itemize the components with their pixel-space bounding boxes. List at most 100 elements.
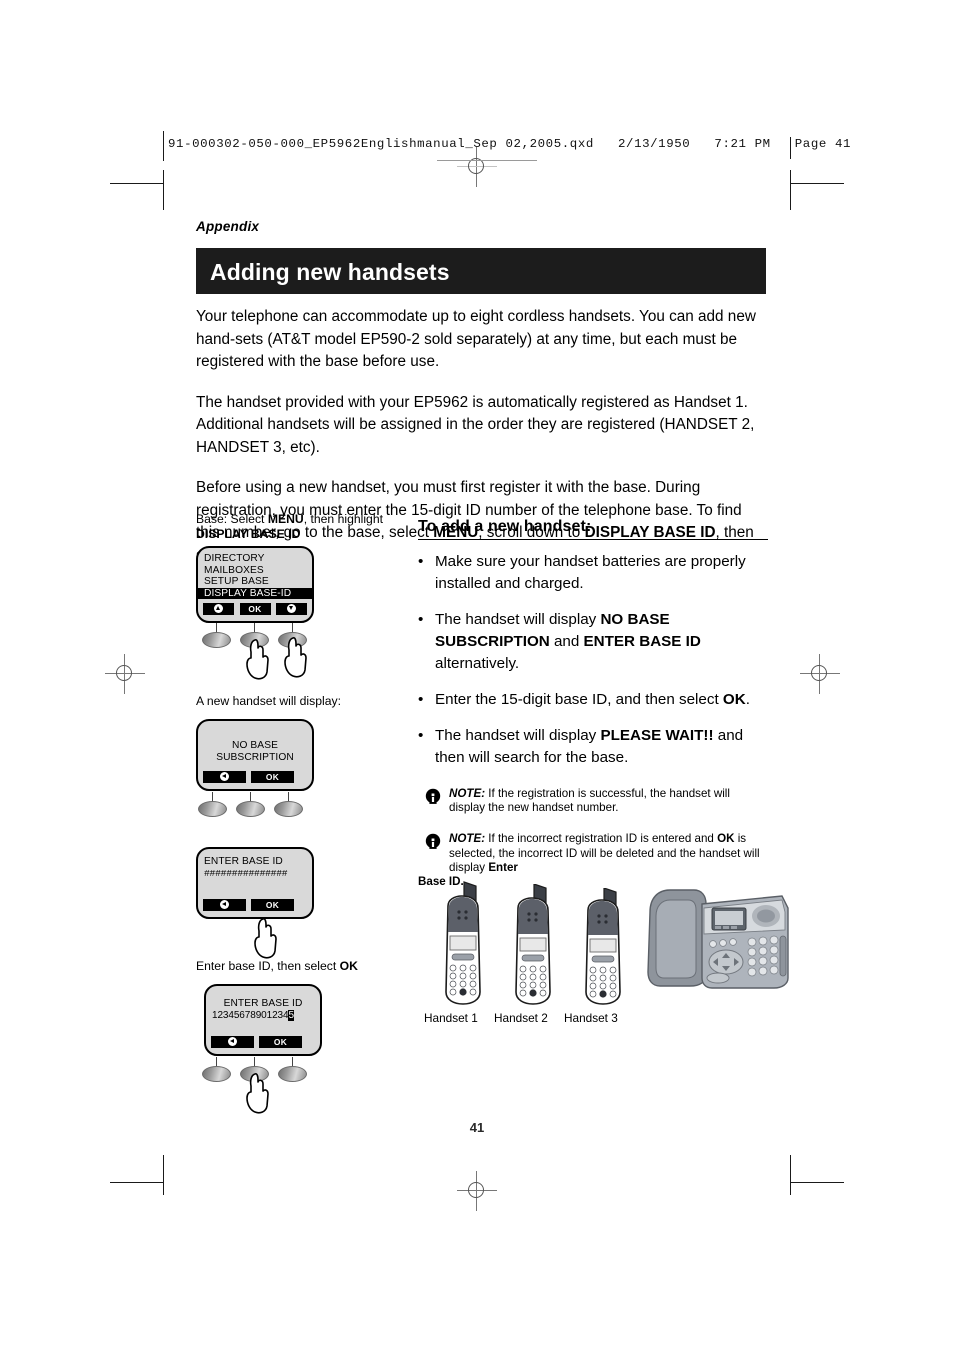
lcd-no-base-content: NO BASE SUBSCRIPTION [198,721,312,763]
caption-3-pre: Enter base ID, then select [196,959,340,974]
note-label: NOTE: [449,787,486,800]
menu-item-mailboxes[interactable]: MAILBOXES [198,565,312,577]
list-item-text: Make sure your handset batteries are pro… [435,551,768,595]
note-label: NOTE: [449,832,486,846]
diagram-caption-3: Enter base ID, then select OK [196,959,396,974]
note-1-bold-ok: OK [717,832,735,846]
softkey-down-arrow[interactable] [276,603,307,616]
note-0-text: If the registration is successful, the h… [449,787,730,815]
handset-1-label: Handset 1 [424,1011,478,1025]
arrow-left-icon [220,772,229,782]
hard-button-right[interactable] [274,801,303,818]
enter-base-id-label: ENTER BASE ID [204,856,283,868]
lcd-enter-id-empty-content: ENTER BASE ID ############### [198,849,312,879]
bullet-2-mid: . [745,691,750,708]
note-1-pre: If the incorrect registration ID is ente… [485,832,718,846]
bullet-marker: • [418,553,424,570]
bullet-3-pre: The handset will display [435,727,601,744]
arrow-left-icon [228,1037,237,1047]
bullet-1-mid: and [549,633,584,650]
list-item-text: The handset will display NO BASE SUBSCRI… [435,609,768,675]
document-page: Appendix Adding new handsets Your teleph… [0,0,954,1351]
instructions-column: To add a new handset: • Make sure your h… [418,518,768,889]
instructions-heading: To add a new handset: [418,518,592,535]
list-item-text: Enter the 15-digit base ID, and then sel… [435,689,768,711]
hard-button-row-menu [202,632,396,680]
paragraph-2: The handset provided with your EP5962 is… [196,393,755,456]
paragraph-1: Your telephone can accommodate up to eig… [196,308,756,370]
handset-1-image [432,880,494,1013]
base-id-digits: 12345678901234 [212,1009,289,1021]
hard-button-left[interactable] [202,1066,231,1083]
list-item-text: The handset will display PLEASE WAIT!! a… [435,725,768,769]
pointing-hand-icon-center [245,638,271,680]
bullet-2-pre: Enter the 15-digit base ID, and then sel… [435,691,723,708]
hard-button-left[interactable] [202,632,231,649]
hard-button-row-enter-id-filled [202,1066,396,1114]
bullet-1-post: alternatively. [435,655,520,672]
list-item: • The handset will display PLEASE WAIT!!… [418,725,768,769]
button-stems-no-base [200,792,396,802]
info-icon [424,788,442,806]
menu-item-directory[interactable]: DIRECTORY [198,553,312,565]
lcd-menu-softkeys: OK [198,599,312,621]
handset-3-label: Handset 3 [564,1011,618,1025]
softkey-ok[interactable]: OK [259,1036,302,1049]
menu-item-setup-base[interactable]: SETUP BASE [198,576,312,588]
pointing-hand-icon-right [283,636,309,678]
lcd-enter-id-filled-content: ENTER BASE ID 123456789012345 [206,986,320,1021]
bullet-1-bold-enter-base-id: ENTER BASE ID [583,633,701,650]
caption-1-menu: MENU [267,512,304,526]
softkey-back-arrow[interactable] [203,771,246,784]
softkey-back-arrow[interactable] [211,1036,254,1049]
bullet-marker: • [418,727,424,744]
handset-2-image [502,883,564,1013]
pointing-hand-icon-ok [253,917,279,959]
bullet-0-pre: Make sure your handset batteries are pro… [435,553,746,592]
caption-1-pre: Base: Select [196,512,268,526]
list-item: • Enter the 15-digit base ID, and then s… [418,689,768,711]
arrow-up-icon [214,604,223,614]
menu-item-display-base-id-selected[interactable]: DISPLAY BASE-ID [198,587,312,600]
caption-1-mid: , then highlight [303,512,383,526]
hard-button-left[interactable] [198,801,227,818]
button-stems-menu [204,623,396,633]
no-base-line-1: NO BASE [232,740,278,752]
note-block: NOTE: If the registration is successful,… [418,787,768,815]
page-title: Adding new handsets [210,259,450,285]
enter-base-id-value[interactable]: 123456789012345 [206,1009,320,1022]
softkey-ok[interactable]: OK [251,899,294,912]
handset-2-label: Handset 2 [494,1011,548,1025]
lcd-enter-id-empty-softkeys: OK [198,895,312,917]
base-station-image [642,882,792,1005]
bullet-marker: • [418,691,424,708]
list-item: • The handset will display NO BASE SUBSC… [418,609,768,675]
enter-base-id-label: ENTER BASE ID [223,998,303,1010]
base-id-cursor-digit: 5 [288,1009,294,1021]
softkey-back-arrow[interactable] [203,899,246,912]
lcd-enter-id-filled-softkeys: OK [206,1032,320,1054]
bullet-2-bold-ok: OK [722,691,746,708]
button-stems-enter-id-filled [204,1057,396,1067]
bullet-1-pre: The handset will display [435,611,601,628]
lcd-screen-enter-base-id-filled: ENTER BASE ID 123456789012345 OK [204,984,322,1057]
handset-3-image [572,887,634,1013]
arrow-down-icon [287,604,296,614]
hard-button-row-no-base [198,801,396,819]
diagram-caption-1: Base: Select MENU, then highlight DISPLA… [196,512,396,542]
lcd-menu-content: DIRECTORY MAILBOXES SETUP BASE DISPLAY B… [198,548,312,600]
diagram-column: Base: Select MENU, then highlight DISPLA… [196,512,396,1114]
section-label: Appendix [196,219,260,234]
hard-button-center[interactable] [236,801,265,818]
softkey-up-arrow[interactable] [203,603,234,616]
lcd-no-base-softkeys: OK [198,767,312,789]
hard-button-right[interactable] [278,1066,307,1083]
lcd-screen-enter-base-id-empty: ENTER BASE ID ############### OK [196,847,314,920]
softkey-ok[interactable]: OK [251,771,294,784]
softkey-ok[interactable]: OK [239,603,271,616]
list-item: • Make sure your handset batteries are p… [418,551,768,595]
lcd-screen-menu: DIRECTORY MAILBOXES SETUP BASE DISPLAY B… [196,546,314,624]
info-icon [424,833,442,851]
bullet-marker: • [418,611,424,628]
page-title-bar: Adding new handsets [196,248,766,294]
